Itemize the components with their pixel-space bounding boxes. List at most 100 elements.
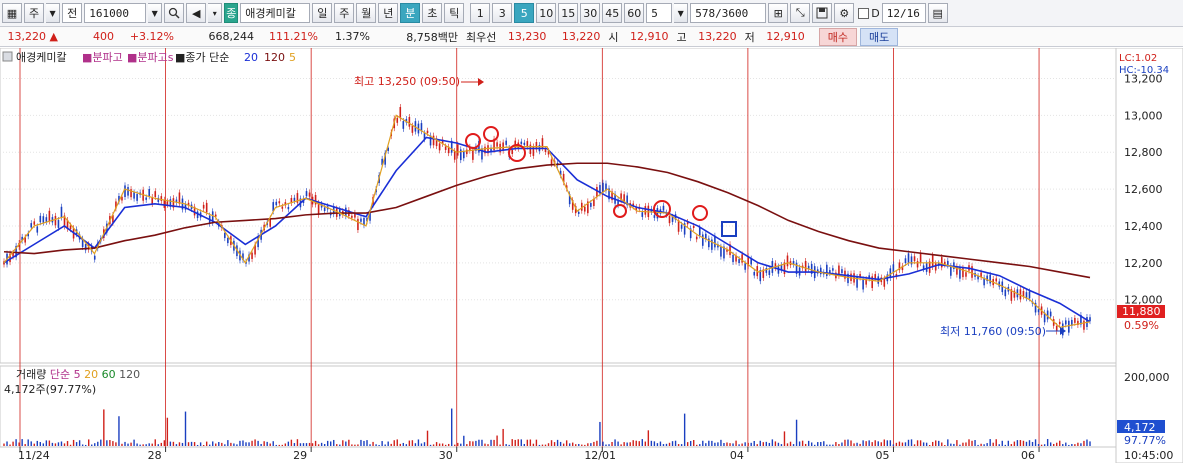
volume-bar [6, 441, 8, 446]
volume-bar [199, 442, 202, 446]
speaker-icon[interactable]: ◀ [186, 3, 207, 23]
interval-30[interactable]: 30 [580, 3, 601, 23]
sell-button[interactable]: 매도 [860, 27, 899, 46]
volume-bar [771, 439, 774, 446]
legend-ma120: 120 [264, 51, 285, 64]
volume-bar [429, 444, 432, 446]
volume-bar [363, 440, 365, 446]
volume-bar [983, 444, 985, 446]
volume-bar [717, 442, 719, 446]
date-checkbox[interactable] [858, 7, 870, 19]
period-tick[interactable]: 틱 [444, 3, 465, 23]
volume-bar [118, 416, 120, 446]
volume-bar [626, 442, 628, 446]
volume-bar [916, 440, 919, 446]
candle [269, 218, 272, 227]
volume-bar [330, 441, 332, 446]
volume-bar [51, 442, 54, 446]
volume-bar [599, 421, 601, 446]
chevron-down-icon[interactable]: ▼ [46, 3, 61, 23]
prev-button[interactable]: 전 [62, 3, 83, 23]
volume-bar [39, 442, 42, 446]
settings-icon[interactable]: ⚙ [834, 3, 855, 23]
volume-bar [175, 444, 178, 446]
candle [819, 267, 822, 275]
save-icon[interactable] [812, 3, 833, 23]
market-select[interactable]: 주 [24, 3, 45, 23]
count-field[interactable]: 578/3600 [690, 3, 767, 23]
high-annotation: 최고 13,250 (09:50) [354, 75, 460, 88]
volume-bar [620, 444, 622, 446]
volume-bar [1004, 444, 1006, 446]
price-chart[interactable]: 최고 13,250 (09:50) 최저 11,760 (09:50) 애경케미… [0, 48, 1183, 463]
date-input[interactable]: 12/16 [881, 3, 926, 23]
volume-bar [354, 444, 356, 446]
candle [577, 211, 580, 214]
volume-bar [139, 444, 141, 446]
candle [995, 278, 998, 282]
interval-input[interactable]: 5 [646, 3, 673, 23]
candle [786, 255, 789, 267]
period-minute[interactable]: 분 [400, 3, 421, 23]
volume-bar [520, 439, 522, 446]
volume-bar [844, 439, 846, 446]
period-year[interactable]: 년 [378, 3, 399, 23]
volume-bar [810, 442, 813, 446]
candle [163, 199, 166, 208]
chart-type-icon[interactable]: ⊞ [768, 3, 789, 23]
volume-bar [747, 442, 749, 446]
candle [178, 192, 181, 204]
period-month[interactable]: 월 [356, 3, 377, 23]
candle [753, 271, 756, 276]
volume-bar [671, 441, 674, 446]
legend-ma5: 5 [289, 51, 296, 64]
volume-bar [735, 440, 737, 446]
candle [1089, 317, 1091, 322]
interval-15[interactable]: 15 [558, 3, 579, 23]
volume-bar [702, 440, 704, 446]
candle [862, 279, 864, 290]
buy-button[interactable]: 매수 [818, 27, 857, 46]
volume-bar [693, 439, 695, 446]
interval-dropdown-icon[interactable]: ▼ [674, 3, 689, 23]
volume-bar [1086, 439, 1088, 446]
zoom-icon[interactable]: ⤡ [790, 3, 811, 23]
code-input[interactable]: 161000 [84, 3, 147, 23]
volume-bar [789, 441, 792, 446]
volume-bar [69, 444, 72, 446]
period-week[interactable]: 주 [334, 3, 355, 23]
volume-bar [575, 444, 577, 446]
interval-5[interactable]: 5 [514, 3, 535, 23]
volume-bar [662, 444, 665, 446]
grid-icon[interactable]: ▦ [2, 3, 22, 23]
volume-bar [27, 439, 29, 446]
interval-1[interactable]: 1 [470, 3, 491, 23]
period-second[interactable]: 초 [422, 3, 443, 23]
period-day[interactable]: 일 [312, 3, 333, 23]
calendar-icon[interactable]: ▤ [927, 3, 948, 23]
volume-bar [1049, 442, 1052, 446]
open-price: 12,910 [630, 30, 669, 43]
volume-bar [372, 441, 374, 446]
volume-bar [209, 444, 211, 446]
search-icon[interactable] [164, 3, 185, 23]
interval-10[interactable]: 10 [536, 3, 557, 23]
volume-bar [508, 444, 510, 446]
candle [124, 185, 126, 198]
candle [777, 266, 780, 274]
candle [768, 270, 771, 275]
candle [351, 215, 353, 218]
volume-bar [339, 444, 341, 446]
interval-45[interactable]: 45 [602, 3, 623, 23]
volume-bar [677, 444, 680, 446]
interval-60[interactable]: 60 [624, 3, 645, 23]
volume-bar [647, 430, 650, 446]
legend-box-icon[interactable] [2, 51, 13, 62]
stock-badge-icon: 종 [224, 3, 239, 23]
interval-3[interactable]: 3 [492, 3, 513, 23]
code-dropdown-icon[interactable]: ▼ [148, 3, 163, 23]
volume-bar [919, 440, 922, 446]
speaker-dropdown-icon[interactable]: ▾ [208, 3, 223, 23]
volume-bar [369, 444, 371, 446]
volume-bar [115, 442, 117, 446]
